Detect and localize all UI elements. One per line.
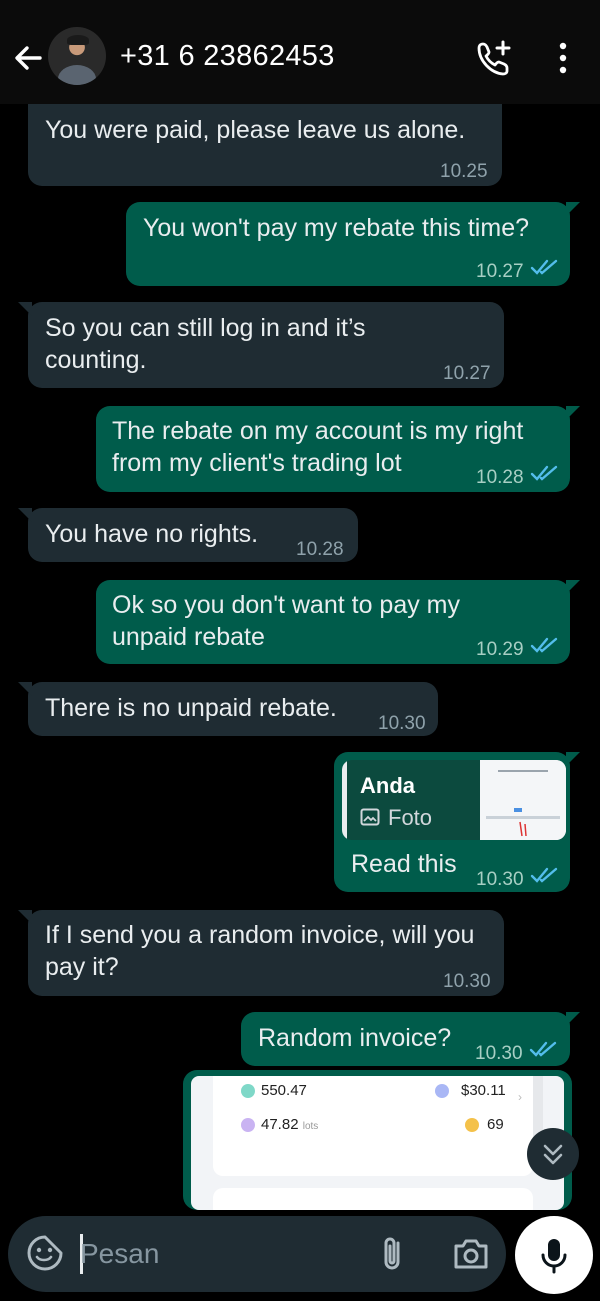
message-time: 10.30 xyxy=(378,713,426,734)
message-time: 10.30 xyxy=(476,869,524,890)
message-outgoing[interactable]: Random invoice? 10.30 xyxy=(241,1012,580,1066)
message-outgoing[interactable]: Ok so you don't want to pay my unpaid re… xyxy=(96,580,580,664)
message-outgoing-reply[interactable]: Anda Foto Read this 10.30 xyxy=(334,752,580,892)
avatar[interactable] xyxy=(48,27,106,85)
stats-panel: 550.47 $30.11 47.82 lots 69 xyxy=(213,1076,533,1176)
message-incoming[interactable]: If I send you a random invoice, will you… xyxy=(18,910,504,996)
scroll-to-bottom-button[interactable] xyxy=(527,1128,579,1180)
quoted-thumbnail xyxy=(480,760,566,840)
message-time: 10.25 xyxy=(440,161,488,182)
message-text: You have no rights. xyxy=(45,520,259,548)
add-call-icon[interactable] xyxy=(474,38,514,78)
balance-value: 550.47 xyxy=(261,1082,307,1099)
message-text: So you can still log in and it’s countin… xyxy=(45,314,366,374)
message-composer xyxy=(8,1216,506,1292)
message-input[interactable] xyxy=(80,1226,360,1282)
image-screenshot: 550.47 $30.11 47.82 lots 69 › xyxy=(191,1076,564,1210)
double-check-icon xyxy=(529,1041,557,1057)
message-text: You were paid, please leave us alone. xyxy=(45,116,466,144)
message-outgoing[interactable]: The rebate on my account is my right fro… xyxy=(96,406,580,492)
count-value: 69 xyxy=(487,1116,504,1133)
double-check-icon xyxy=(530,259,558,275)
message-incoming[interactable]: You were paid, please leave us alone. 10… xyxy=(28,104,502,186)
message-time: 10.30 xyxy=(443,971,491,992)
quoted-type-label: Foto xyxy=(388,805,433,830)
message-incoming[interactable]: You have no rights. 10.28 xyxy=(18,508,358,562)
double-chevron-down-icon xyxy=(543,1144,563,1165)
message-text: Read this xyxy=(351,850,457,878)
message-text: You won't pay my rebate this time? xyxy=(143,214,529,242)
camera-icon[interactable] xyxy=(452,1236,490,1272)
message-text: There is no unpaid rebate. xyxy=(45,694,337,722)
amount-value: $30.11 xyxy=(461,1082,506,1099)
message-time: 10.28 xyxy=(476,467,524,488)
microphone-icon xyxy=(541,1239,567,1274)
message-incoming[interactable]: So you can still log in and it’s countin… xyxy=(18,302,504,388)
arrow-left-icon[interactable] xyxy=(10,40,46,76)
double-check-icon xyxy=(530,465,558,481)
message-time: 10.27 xyxy=(476,261,524,282)
lots-value: 47.82 lots xyxy=(261,1116,319,1133)
double-check-icon xyxy=(530,637,558,653)
message-time: 10.29 xyxy=(476,639,524,660)
quoted-sender: Anda xyxy=(360,773,415,798)
message-text: If I send you a random invoice, will you… xyxy=(45,921,475,981)
message-time: 10.27 xyxy=(443,363,491,384)
sticker-icon[interactable] xyxy=(26,1234,64,1272)
image-message[interactable]: 550.47 $30.11 47.82 lots 69 › xyxy=(183,1070,572,1210)
chevron-right-icon: › xyxy=(518,1090,522,1104)
chat-header: +31 6 23862453 xyxy=(0,0,600,104)
contact-name[interactable]: +31 6 23862453 xyxy=(120,40,335,73)
voice-record-button[interactable] xyxy=(515,1216,593,1294)
double-check-icon xyxy=(530,867,558,883)
message-time: 10.30 xyxy=(475,1043,523,1064)
photo-icon xyxy=(360,808,380,826)
message-incoming[interactable]: There is no unpaid rebate. 10.30 xyxy=(18,682,438,736)
vertical-dots-icon[interactable] xyxy=(548,40,578,76)
paperclip-icon[interactable] xyxy=(376,1234,410,1274)
message-outgoing[interactable]: You won't pay my rebate this time? 10.27 xyxy=(126,202,580,286)
message-time: 10.28 xyxy=(296,539,344,560)
message-text: Ok so you don't want to pay my unpaid re… xyxy=(112,591,460,651)
message-text: Random invoice? xyxy=(258,1024,452,1052)
quoted-message[interactable]: Anda Foto xyxy=(342,760,566,840)
